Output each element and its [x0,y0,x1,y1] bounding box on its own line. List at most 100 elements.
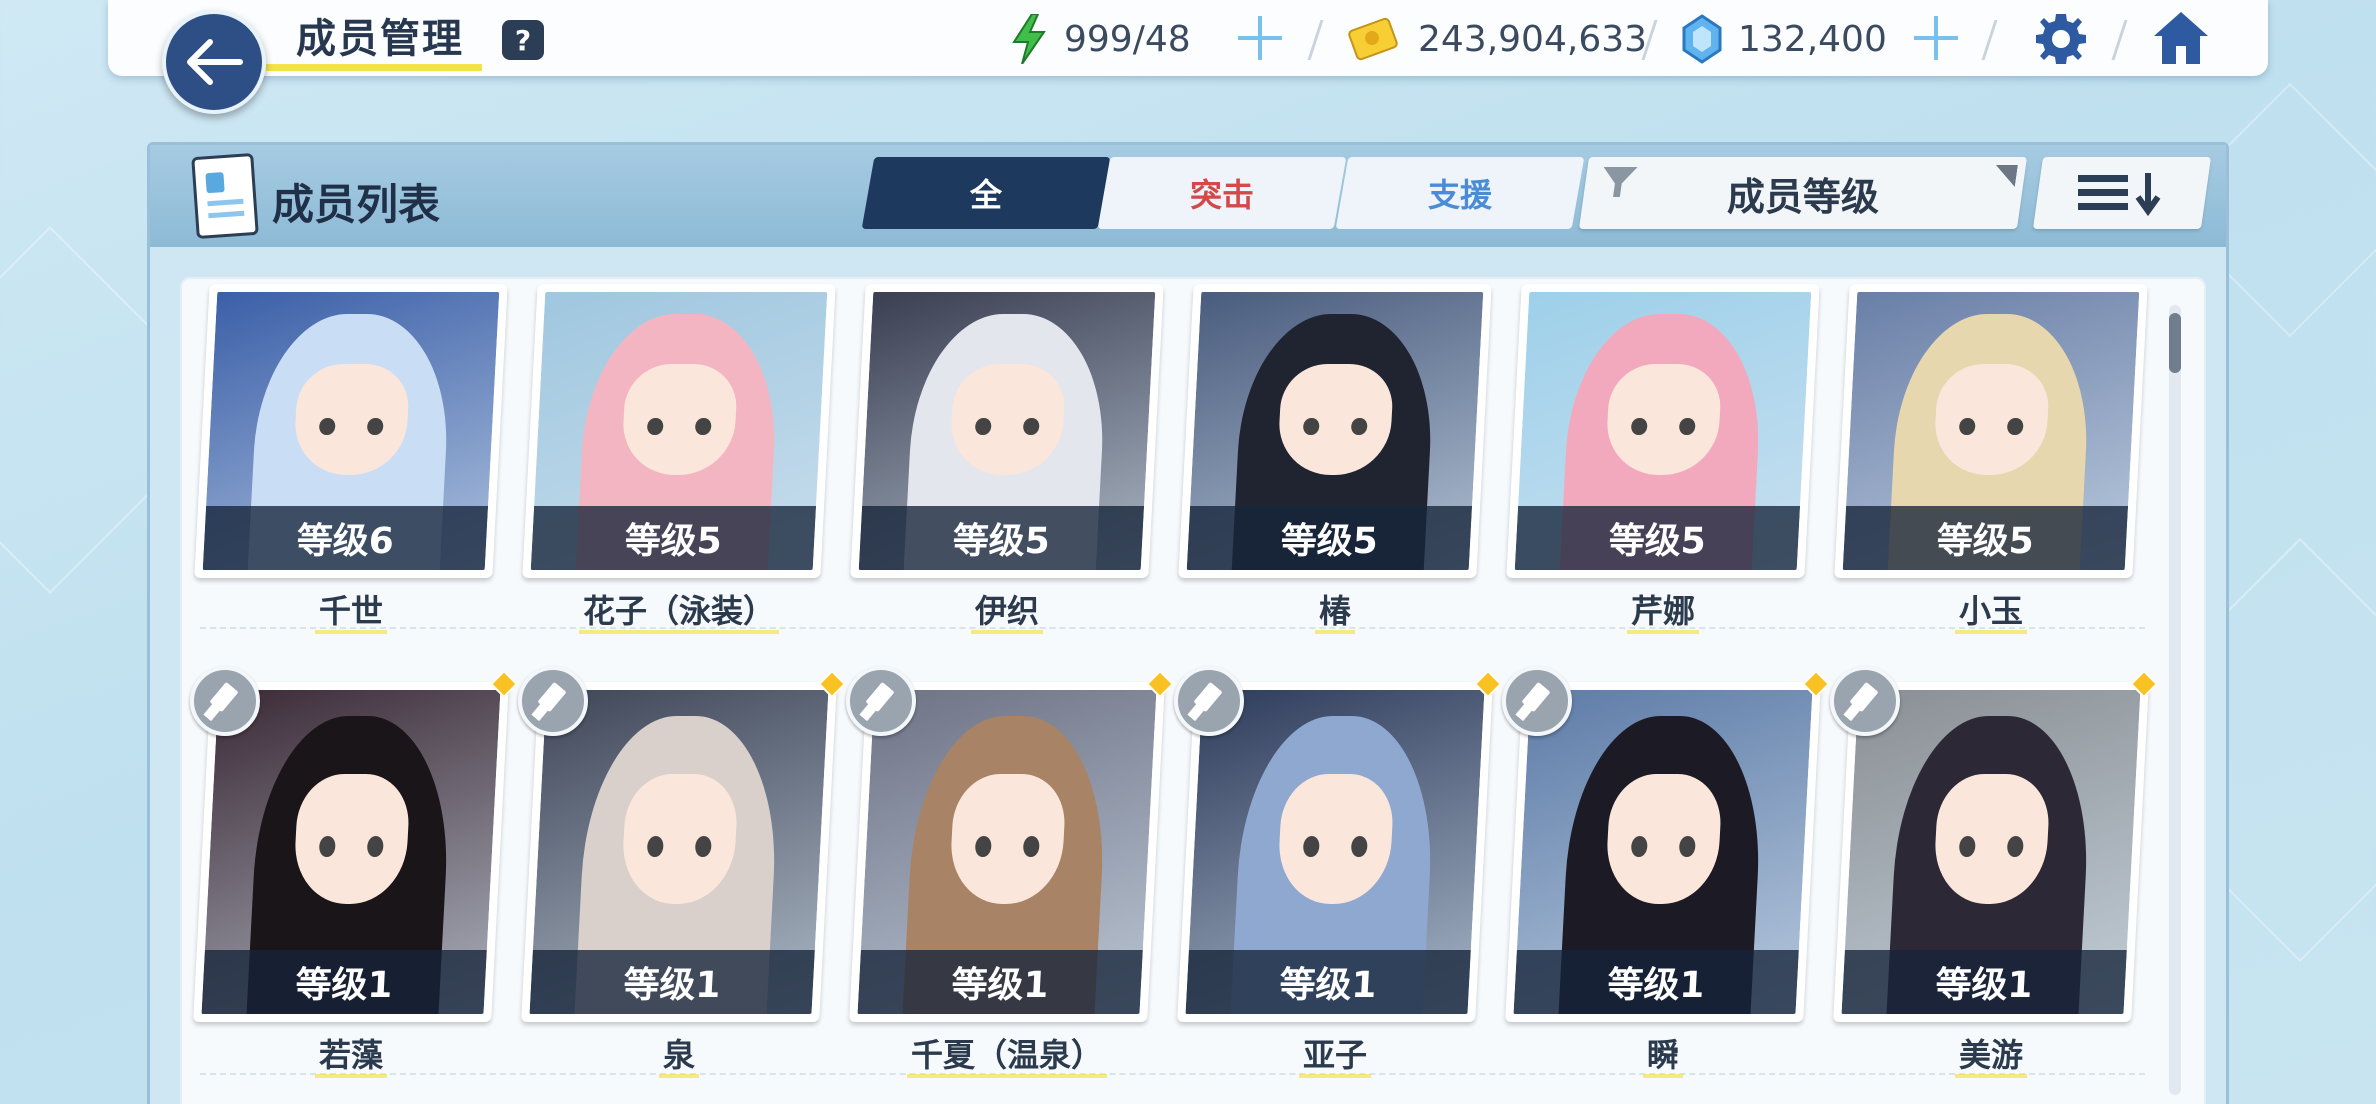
member-name-text: 千夏（温泉） [906,1036,1107,1078]
member-portrait: 等级1 [1185,690,1485,1014]
member-card[interactable]: 等级1 [1177,682,1493,1022]
member-portrait: 等级1 [201,690,501,1014]
portrait-eye [2006,417,2024,436]
portrait-eye [1350,417,1368,436]
portrait-eye [1678,417,1696,436]
portrait-eye [1022,417,1040,436]
member-name-text: 千世 [314,592,387,634]
member-card[interactable]: 等级5 [1178,284,1492,578]
member-portrait: 等级1 [1841,690,2141,1014]
ap-value: 999/48 [1064,18,1191,60]
arrow-left-icon [187,39,243,85]
portrait-eye [2006,836,2024,858]
portrait-eye [1022,836,1040,858]
member-name-text: 美游 [1954,1036,2027,1078]
gems-value: 132,400 [1738,18,1887,60]
member-card[interactable]: 等级6 [194,284,508,578]
tab-support[interactable]: 支援 [1335,157,1585,229]
member-name: 椿 [1186,586,1484,634]
member-portrait: 等级5 [858,292,1156,570]
member-portrait: 等级5 [530,292,828,570]
sort-order-button[interactable] [2032,157,2212,229]
member-list-icon [191,152,259,240]
tab-label: 全 [969,176,1002,214]
member-level: 等级1 [857,950,1143,1014]
portrait-eye [319,417,336,436]
tab-all[interactable]: 全 [861,157,1111,229]
member-name: 泉 [530,1030,828,1078]
member-name: 千夏（温泉） [858,1030,1156,1078]
member-level: 等级5 [1186,506,1473,570]
member-card[interactable]: 等级5 [1506,284,1820,578]
member-level: 等级1 [1513,950,1799,1014]
member-name-text: 小玉 [1954,592,2027,634]
member-name-text: 椿 [1314,592,1355,634]
member-level: 等级1 [1841,950,2127,1014]
member-name: 伊织 [858,586,1156,634]
tab-label: 支援 [1427,176,1492,214]
add-gems-button[interactable] [1910,12,1962,64]
home-icon[interactable] [2150,8,2212,68]
portrait-eye [694,836,712,858]
member-card[interactable]: 等级5 [1834,284,2148,578]
member-card[interactable]: 等级1 [1833,682,2149,1022]
member-level: 等级6 [202,506,489,570]
page-title: 成员管理 [296,16,464,62]
dropdown-corner-icon [1993,165,2018,187]
member-card[interactable]: 等级1 [1505,682,1821,1022]
tab-label: 突击 [1189,176,1254,214]
portrait-eye [1959,836,1977,858]
scrollbar-thumb[interactable] [2169,313,2181,373]
member-level: 等级1 [529,950,815,1014]
pin-icon[interactable] [1830,666,1900,736]
member-name: 花子（泳装） [530,586,828,634]
portrait-eye [366,836,384,858]
portrait-eye [1678,836,1696,858]
pin-icon[interactable] [1502,666,1572,736]
member-name-text: 泉 [658,1036,699,1078]
gear-icon[interactable] [2032,10,2090,68]
pin-icon[interactable] [846,666,916,736]
portrait-eye [1303,836,1321,858]
tab-assault[interactable]: 突击 [1097,157,1347,229]
member-name-text: 芹娜 [1626,592,1699,634]
member-level: 等级5 [858,506,1145,570]
member-card[interactable]: 等级1 [193,682,509,1022]
member-name-text: 伊织 [970,592,1043,634]
pin-icon[interactable] [190,666,260,736]
member-portrait: 等级5 [1514,292,1812,570]
member-name-text: 亚子 [1298,1036,1371,1078]
credits-value: 243,904,633 [1418,18,1648,60]
member-card[interactable]: 等级5 [522,284,836,578]
help-button[interactable]: ? [502,20,544,60]
member-name: 美游 [1842,1030,2140,1078]
portrait-eye [647,417,664,436]
member-level: 等级1 [201,950,487,1014]
member-level: 等级5 [1842,506,2129,570]
portrait-eye [319,836,337,858]
member-name: 小玉 [1842,586,2140,634]
member-name: 若藻 [202,1030,500,1078]
filter-label: 成员等级 [1726,174,1879,219]
member-name: 瞬 [1514,1030,1812,1078]
pin-icon[interactable] [1174,666,1244,736]
sort-descending-icon [2078,173,2161,217]
member-card[interactable]: 等级1 [849,682,1165,1022]
scrollbar[interactable] [2169,305,2181,1095]
portrait-eye [975,417,992,436]
pin-icon[interactable] [518,666,588,736]
member-name: 千世 [202,586,500,634]
portrait-eye [1631,417,1648,436]
member-card[interactable]: 等级5 [850,284,1164,578]
member-card[interactable]: 等级1 [521,682,837,1022]
member-portrait: 等级5 [1186,292,1484,570]
back-button[interactable] [162,10,266,114]
panel-header: 成员列表 全 突击 支援 成员等级 [150,145,2226,247]
sort-filter-dropdown[interactable]: 成员等级 [1578,157,2028,229]
portrait-eye [1350,836,1368,858]
member-portrait: 等级1 [529,690,829,1014]
member-portrait: 等级6 [202,292,500,570]
panel-title: 成员列表 [272,180,441,229]
add-ap-button[interactable] [1234,12,1286,64]
member-portrait: 等级5 [1842,292,2140,570]
